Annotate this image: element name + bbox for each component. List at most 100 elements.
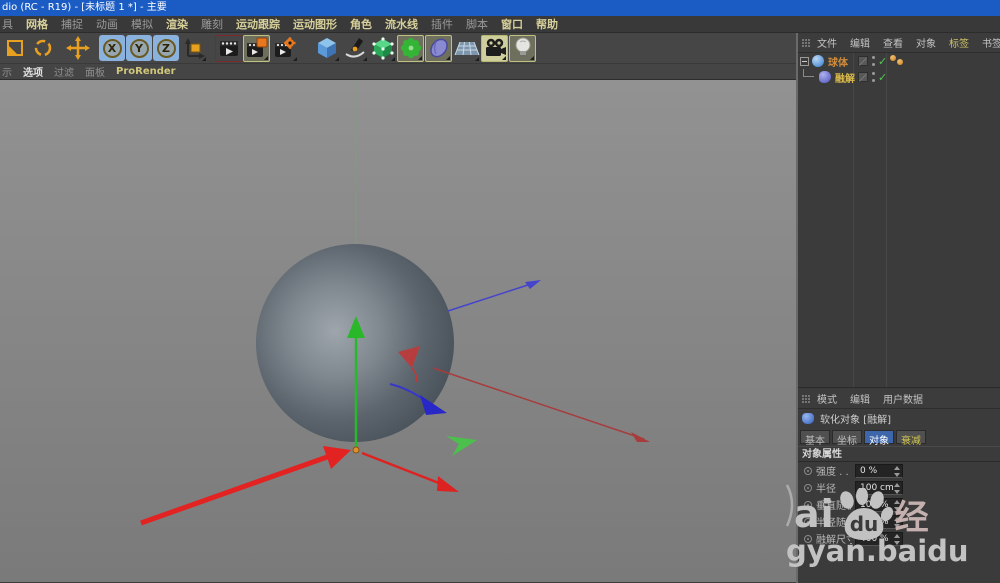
- subdivision-surface-icon[interactable]: [369, 35, 396, 62]
- axis-lock-y-button[interactable]: Y: [126, 35, 152, 61]
- panel-grip-icon[interactable]: [801, 394, 811, 404]
- coordinate-system-icon[interactable]: [180, 35, 207, 62]
- origin-point[interactable]: [353, 447, 359, 453]
- axis-lock-z-button[interactable]: Z: [153, 35, 179, 61]
- move-tool-icon[interactable]: [64, 35, 91, 62]
- visibility-dots[interactable]: [872, 72, 875, 82]
- stepper-icon[interactable]: [893, 466, 900, 477]
- tree-row-sphere[interactable]: 球体 ✓: [798, 53, 1000, 69]
- x-axis-line[interactable]: [433, 368, 644, 439]
- floor-scene-icon[interactable]: [453, 35, 480, 62]
- render-view-icon[interactable]: [215, 35, 242, 62]
- stepper-icon[interactable]: [893, 517, 900, 528]
- melted-size-input[interactable]: 400 %: [855, 532, 903, 546]
- tab-coordinates[interactable]: 坐标: [832, 430, 862, 444]
- axis-lock-x-button[interactable]: X: [99, 35, 125, 61]
- render-settings-icon[interactable]: [271, 35, 298, 62]
- panel-grip-icon[interactable]: [801, 38, 811, 48]
- selection-box-icon[interactable]: [1, 35, 28, 62]
- om-menu-file[interactable]: 文件: [817, 35, 837, 50]
- menu-item-help[interactable]: 帮助: [536, 16, 558, 32]
- om-menu-edit[interactable]: 编辑: [850, 35, 870, 50]
- enable-check[interactable]: ✓: [878, 71, 887, 84]
- attribute-tabs: 基本 坐标 对象 衰减: [798, 427, 1000, 446]
- om-menu-bookmarks[interactable]: 书签: [982, 35, 1000, 50]
- menu-item-render[interactable]: 渲染: [166, 16, 188, 32]
- menu-item-animate[interactable]: 动画: [96, 16, 118, 32]
- render-picture-viewer-icon[interactable]: [243, 35, 270, 62]
- primitive-cube-icon[interactable]: [313, 35, 340, 62]
- menu-item-simulate[interactable]: 模拟: [131, 16, 153, 32]
- tab-object[interactable]: 对象: [864, 430, 894, 444]
- menu-item-plugins[interactable]: 插件: [431, 16, 453, 32]
- attribute-title-row: 软化对象 [融解]: [798, 409, 1000, 427]
- layer-toggle[interactable]: [858, 72, 868, 82]
- light-icon[interactable]: [509, 35, 536, 62]
- om-menu-tags[interactable]: 标签: [949, 35, 969, 50]
- phong-tag-icon[interactable]: [890, 55, 896, 61]
- visibility-dots[interactable]: [872, 56, 875, 66]
- viewport-menu-display[interactable]: 示: [2, 64, 12, 79]
- menu-item-window[interactable]: 窗口: [501, 16, 523, 32]
- viewport-menu-panel[interactable]: 面板: [85, 64, 105, 79]
- z-axis-line[interactable]: [448, 283, 534, 311]
- annotation-arrow-large-head: [323, 446, 351, 469]
- deformers-icon[interactable]: [425, 35, 452, 62]
- om-menu-objects[interactable]: 对象: [916, 35, 936, 50]
- object-name-melt[interactable]: 融解: [835, 70, 855, 85]
- axis-z-label: Z: [157, 39, 176, 58]
- y-plane-handle[interactable]: [446, 436, 477, 456]
- menu-item-mesh[interactable]: 网格: [26, 16, 48, 32]
- strength-input[interactable]: 0 %: [855, 464, 903, 478]
- am-menu-userdata[interactable]: 用户数据: [883, 391, 923, 406]
- enable-check[interactable]: ✓: [878, 55, 887, 68]
- keyframe-icon[interactable]: [804, 535, 812, 543]
- layer-toggle[interactable]: [858, 56, 868, 66]
- live-selection-icon[interactable]: [29, 35, 56, 62]
- stepper-icon[interactable]: [893, 534, 900, 545]
- am-menu-edit[interactable]: 编辑: [850, 391, 870, 406]
- tab-falloff[interactable]: 衰减: [896, 430, 926, 444]
- annotation-arrow-small-head: [437, 476, 459, 492]
- vertical-randomness-input[interactable]: 100 %: [855, 498, 903, 512]
- tab-basic[interactable]: 基本: [800, 430, 830, 444]
- radius-randomness-input[interactable]: 100 %: [855, 515, 903, 529]
- keyframe-icon[interactable]: [804, 501, 812, 509]
- menu-item-tools[interactable]: 具: [2, 16, 13, 32]
- keyframe-icon[interactable]: [804, 484, 812, 492]
- sphere-object-icon: [812, 55, 824, 67]
- property-row-radius: 半径 100 cm: [798, 479, 1000, 496]
- tag-icon[interactable]: [897, 59, 903, 65]
- melt-object-icon: [802, 413, 814, 424]
- annotation-arrow-large: [141, 456, 330, 523]
- menu-item-motion-tracker[interactable]: 运动跟踪: [236, 16, 280, 32]
- viewport-menu-options[interactable]: 选项: [23, 64, 43, 79]
- radius-input[interactable]: 100 cm: [855, 481, 903, 495]
- menu-item-character[interactable]: 角色: [350, 16, 372, 32]
- stepper-icon[interactable]: [893, 500, 900, 511]
- object-name-sphere[interactable]: 球体: [828, 54, 848, 69]
- property-label: 强度 . .: [816, 463, 852, 478]
- menu-item-sculpt[interactable]: 雕刻: [201, 16, 223, 32]
- menu-item-pipeline[interactable]: 流水线: [385, 16, 418, 32]
- property-label: 半径: [816, 480, 852, 495]
- camera-icon[interactable]: [481, 35, 508, 62]
- window-title: dio (RC - R19) - [未标题 1 *] - 主要: [2, 2, 167, 13]
- viewport-menu-prorender[interactable]: ProRender: [116, 66, 176, 77]
- keyframe-icon[interactable]: [804, 518, 812, 526]
- keyframe-icon[interactable]: [804, 467, 812, 475]
- menu-item-snap[interactable]: 捕捉: [61, 16, 83, 32]
- viewport-3d[interactable]: [0, 80, 796, 582]
- om-menu-view[interactable]: 查看: [883, 35, 903, 50]
- object-manager-menu: 文件 编辑 查看 对象 标签 书签: [798, 33, 1000, 53]
- viewport-menu-filter[interactable]: 过滤: [54, 64, 74, 79]
- property-row-vertical-randomness: 垂直随机 100 %: [798, 496, 1000, 513]
- expander-icon[interactable]: [800, 57, 809, 66]
- spline-pen-icon[interactable]: [341, 35, 368, 62]
- menu-item-script[interactable]: 脚本: [466, 16, 488, 32]
- tree-row-melt[interactable]: 融解 ✓: [798, 69, 1000, 85]
- stepper-icon[interactable]: [893, 483, 900, 494]
- menu-item-mograph[interactable]: 运动图形: [293, 16, 337, 32]
- generators-icon[interactable]: [397, 35, 424, 62]
- am-menu-mode[interactable]: 模式: [817, 391, 837, 406]
